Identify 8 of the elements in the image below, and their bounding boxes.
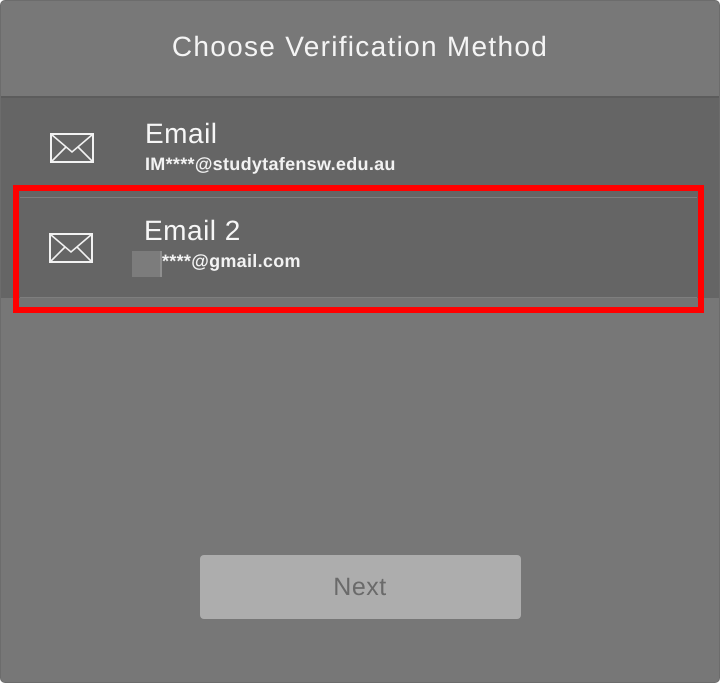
masked-email: ****@gmail.com [162,251,301,271]
envelope-icon [49,232,93,262]
option-label: Email 2 [144,216,242,246]
dialog-title: Choose Verification Method [172,30,548,62]
envelope-icon [50,132,94,162]
verification-option[interactable]: Email 2 ****@gmail.com [20,197,697,298]
option-label: Email [145,119,219,149]
masked-email: IM****@studytafensw.edu.au [145,154,396,174]
